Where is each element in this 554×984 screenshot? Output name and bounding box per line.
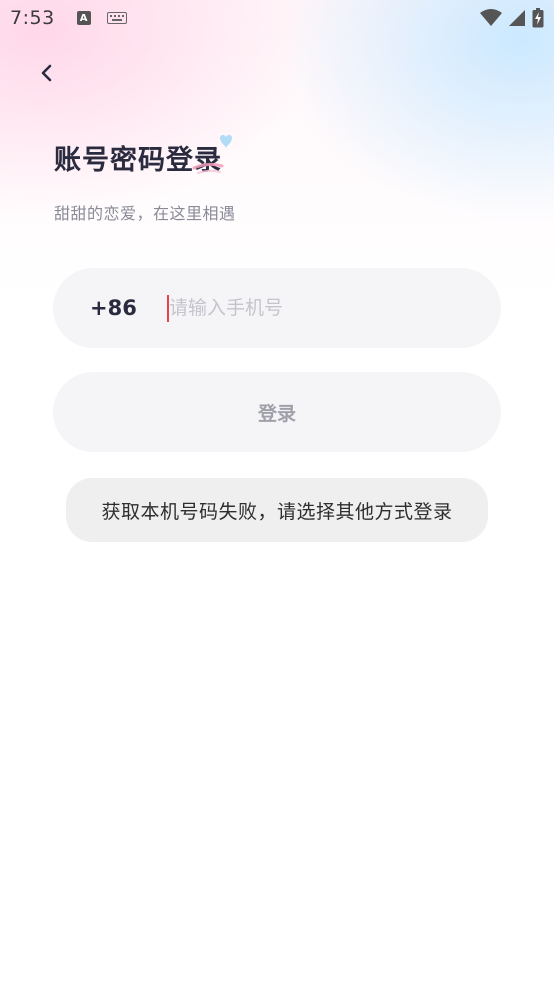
page-title: 账号密码登录 — [54, 145, 222, 176]
signal-icon — [509, 10, 525, 26]
page-subtitle: 甜甜的恋爱，在这里相遇 — [54, 204, 236, 223]
battery-charging-icon — [532, 8, 544, 28]
phone-field[interactable]: +86 — [53, 268, 501, 348]
phone-input[interactable] — [169, 286, 469, 330]
keyboard-icon — [106, 12, 127, 24]
back-button[interactable] — [30, 56, 64, 90]
chevron-left-icon — [41, 64, 52, 82]
a-notification-icon: A — [76, 11, 91, 25]
status-time: 7:53 — [10, 7, 55, 29]
status-bar: 7:53 A — [0, 0, 554, 36]
status-right-group — [480, 8, 544, 28]
wifi-icon — [480, 9, 502, 26]
toast-message: 获取本机号码失败，请选择其他方式登录 — [66, 478, 488, 542]
country-code[interactable]: +86 — [90, 296, 137, 320]
login-button[interactable]: 登录 — [53, 372, 501, 452]
title-block: 账号密码登录 — [54, 135, 232, 177]
